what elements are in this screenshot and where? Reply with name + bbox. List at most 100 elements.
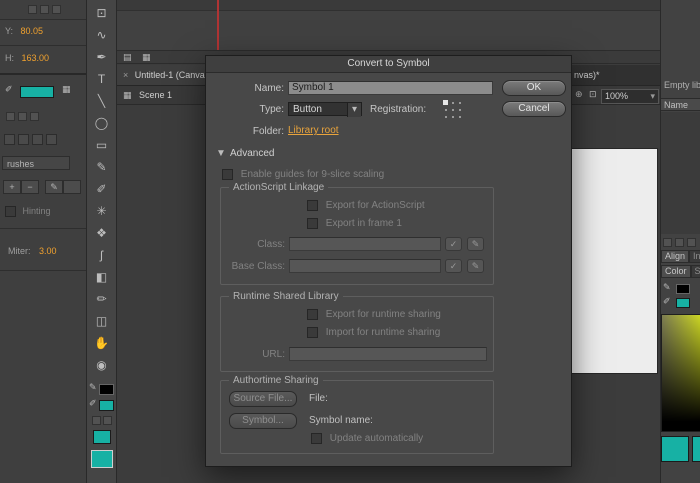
edit-base-class-button[interactable]: ✎ — [467, 259, 484, 273]
bone-tool-icon[interactable]: ʃ — [87, 244, 116, 266]
slice-scaling-label: Enable guides for 9-slice scaling — [241, 169, 384, 180]
remove-button[interactable]: − — [21, 180, 39, 194]
export-runtime-checkbox[interactable] — [307, 309, 318, 320]
symbol-name-input[interactable]: Symbol 1 — [288, 81, 493, 95]
h-label: H: — [5, 53, 14, 63]
swap-colors-button[interactable] — [103, 416, 112, 425]
panel-icon[interactable] — [687, 238, 696, 247]
eraser-tool-icon[interactable]: ◫ — [87, 310, 116, 332]
add-button[interactable]: + — [3, 180, 21, 194]
tab-info[interactable]: In — [689, 250, 700, 263]
stroke-color-chip[interactable] — [99, 384, 114, 395]
validate-base-class-button[interactable]: ✓ — [445, 259, 462, 273]
grid-icon[interactable]: ▦ — [62, 84, 71, 95]
eyedropper-tool-icon[interactable]: ✏ — [87, 288, 116, 310]
fill-color-chip[interactable] — [99, 400, 114, 411]
lasso-tool-icon[interactable]: ∿ — [87, 24, 116, 46]
frame-ruler[interactable] — [117, 0, 660, 11]
brush-widget[interactable] — [32, 134, 43, 145]
option-icon[interactable] — [28, 5, 37, 14]
line-tool-icon[interactable]: ╲ — [87, 90, 116, 112]
tab-swatches[interactable]: S — [691, 265, 700, 278]
pencil-tool-icon[interactable]: ✎ — [87, 156, 116, 178]
edit-class-button[interactable]: ✎ — [467, 237, 484, 251]
advanced-label[interactable]: Advanced — [230, 148, 274, 159]
runtime-shared-library-title: Runtime Shared Library — [229, 291, 343, 302]
update-automatically-checkbox[interactable] — [311, 433, 322, 444]
color-swatch-partial[interactable] — [692, 436, 700, 462]
y-label: Y: — [5, 26, 13, 36]
export-frame1-checkbox[interactable] — [307, 218, 318, 229]
brush-widget[interactable] — [46, 134, 57, 145]
deco-tool-icon[interactable]: ❖ — [87, 222, 116, 244]
edit-brush-button[interactable]: ✎ — [45, 180, 63, 194]
y-value[interactable]: 80.05 — [21, 26, 44, 36]
tab-close-icon[interactable]: × — [123, 70, 128, 80]
rectangle-tool-icon[interactable]: ▭ — [87, 134, 116, 156]
brush-option-button[interactable] — [63, 180, 81, 194]
panel-icon[interactable] — [663, 238, 672, 247]
dialog-title[interactable]: Convert to Symbol — [206, 56, 571, 73]
style-icon[interactable] — [18, 112, 27, 121]
color-picker-gradient[interactable] — [661, 314, 700, 432]
pen-tool-icon[interactable]: ✒ — [87, 46, 116, 68]
export-actionscript-checkbox[interactable] — [307, 200, 318, 211]
tab-align[interactable]: Align — [661, 250, 689, 263]
h-value[interactable]: 163.00 — [22, 53, 50, 63]
zoom-level-dropdown[interactable]: 100% ▾ — [601, 89, 659, 104]
symbol-button[interactable]: Symbol... — [229, 413, 297, 429]
advanced-disclosure-icon[interactable]: ▼ — [216, 148, 226, 159]
oval-tool-icon[interactable]: ◯ — [87, 112, 116, 134]
scene-label[interactable]: Scene 1 — [139, 90, 172, 100]
library-name-column-header[interactable]: Name — [661, 98, 700, 111]
option-icon[interactable] — [40, 5, 49, 14]
brush-tool-icon[interactable]: ✐ — [87, 178, 116, 200]
validate-class-button[interactable]: ✓ — [445, 237, 462, 251]
new-layer-icon[interactable]: ▤ — [123, 52, 132, 62]
style-icon[interactable] — [6, 112, 15, 121]
free-transform-tool-icon[interactable]: ⊡ — [87, 2, 116, 24]
center-frame-icon[interactable]: ⊡ — [589, 89, 597, 100]
registration-grid[interactable] — [442, 99, 463, 120]
brush-widget[interactable] — [18, 134, 29, 145]
hinting-checkbox[interactable] — [5, 206, 16, 217]
text-tool-icon[interactable]: T — [87, 68, 116, 90]
export-frame1-label: Export in frame 1 — [326, 218, 402, 229]
zoom-tool-icon[interactable]: ◉ — [87, 354, 116, 376]
playhead[interactable] — [217, 0, 219, 50]
color-swatch[interactable] — [93, 430, 111, 444]
fill-color-chip[interactable] — [676, 298, 690, 308]
ok-button[interactable]: OK — [502, 80, 566, 96]
class-input[interactable] — [289, 237, 441, 251]
spray-brush-tool-icon[interactable]: ✳ — [87, 200, 116, 222]
stroke-color-icon: ✎ — [663, 282, 671, 293]
brushes-label: rushes — [7, 159, 34, 169]
library-status: Empty libra — [664, 80, 700, 90]
library-list[interactable] — [661, 112, 700, 234]
import-runtime-checkbox[interactable] — [307, 327, 318, 338]
miter-value[interactable]: 3.00 — [39, 246, 57, 256]
type-dropdown[interactable]: ▾ Button — [288, 102, 362, 116]
cancel-button[interactable]: Cancel — [502, 101, 566, 117]
paint-bucket-tool-icon[interactable]: ◧ — [87, 266, 116, 288]
base-class-input[interactable] — [289, 259, 441, 273]
panel-icon[interactable] — [675, 238, 684, 247]
name-header-label: Name — [664, 100, 688, 110]
option-icon[interactable] — [52, 5, 61, 14]
folder-link[interactable]: Library root — [288, 125, 339, 136]
stroke-color-chip[interactable] — [676, 284, 690, 294]
color-swatch-selected[interactable] — [91, 450, 113, 468]
url-input[interactable] — [289, 347, 487, 361]
source-file-button[interactable]: Source File... — [229, 391, 297, 407]
color-swatch-large[interactable] — [661, 436, 689, 462]
edit-symbols-icon[interactable]: ⊕ — [575, 89, 583, 100]
layer-options-icon[interactable]: ▦ — [142, 52, 151, 62]
black-white-button[interactable] — [92, 416, 101, 425]
brushes-dropdown[interactable]: rushes — [2, 156, 70, 170]
tab-color[interactable]: Color — [661, 265, 691, 278]
hand-tool-icon[interactable]: ✋ — [87, 332, 116, 354]
brush-widget[interactable] — [4, 134, 15, 145]
fill-color-swatch[interactable] — [20, 86, 54, 98]
slice-scaling-checkbox[interactable] — [222, 169, 233, 180]
style-icon[interactable] — [30, 112, 39, 121]
